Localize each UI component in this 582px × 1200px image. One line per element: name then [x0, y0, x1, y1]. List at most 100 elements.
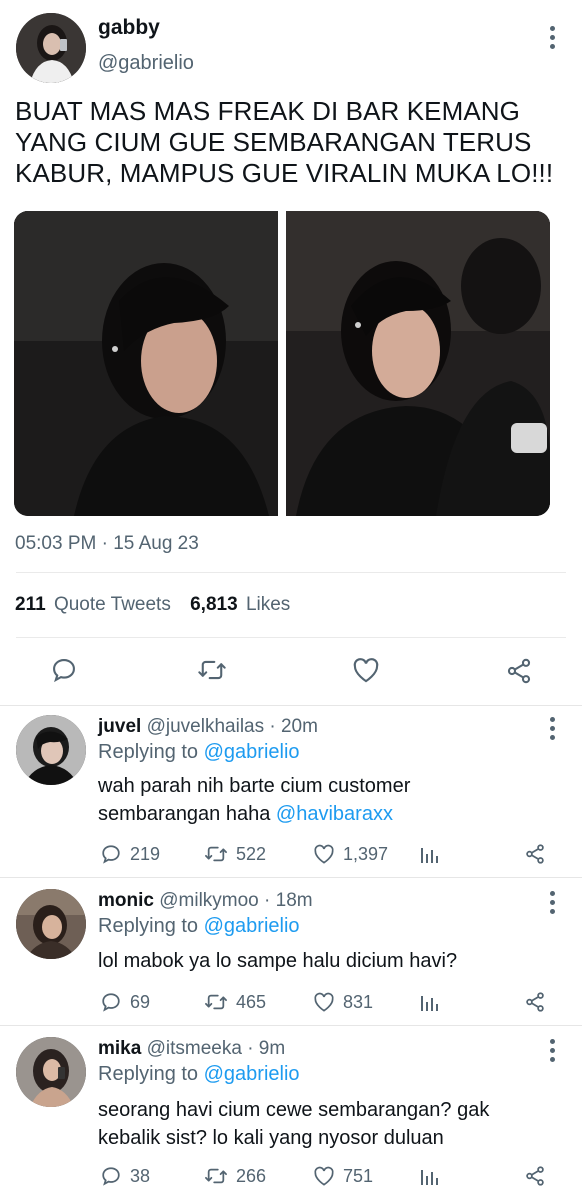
share-icon [526, 844, 544, 864]
reply-author-handle-time[interactable]: @milkymoo · 18m [159, 890, 312, 911]
share-button[interactable] [524, 843, 546, 865]
analytics-icon [421, 1170, 438, 1185]
tweet-text-line-3: KABUR, MAMPUS GUE VIRALIN MUKA LO!!! [15, 158, 554, 188]
like-button[interactable]: 831 [313, 992, 373, 1013]
more-options-icon[interactable] [549, 26, 555, 49]
replying-to: Replying to @gabrielio [98, 1063, 300, 1086]
reply-text-line-1: lol mabok ya lo sampe halu dicium havi? [98, 950, 458, 972]
tweet-photo-1[interactable] [14, 211, 278, 516]
share-icon[interactable] [505, 657, 533, 690]
reply-button[interactable]: 69 [100, 991, 150, 1013]
share-button[interactable] [524, 991, 546, 1013]
replying-to: Replying to @gabrielio [98, 741, 300, 764]
reply-action-bar: 69 465 831 [0, 989, 582, 1015]
reply-author-name[interactable]: monic [98, 890, 154, 911]
reply-count: 219 [130, 843, 161, 864]
reply-text-line-2: kebalik sist? lo kali yang nyosor duluan [98, 1127, 444, 1149]
divider [0, 1025, 582, 1026]
analytics-button[interactable] [420, 992, 440, 1012]
more-options-icon[interactable] [549, 717, 555, 740]
divider [0, 705, 582, 706]
more-options-icon[interactable] [549, 1039, 555, 1062]
reply-text-line-1: seorang havi cium cewe sembarangan? gak [98, 1099, 490, 1121]
reply-icon [102, 845, 120, 864]
like-icon[interactable] [352, 657, 380, 688]
reply-count: 69 [130, 991, 151, 1012]
like-button[interactable]: 751 [313, 1166, 373, 1187]
reply-action-bar: 219 522 1,397 [0, 841, 582, 867]
replying-to-mention[interactable]: @gabrielio [204, 915, 300, 937]
likes-label[interactable]: Likes [246, 594, 290, 615]
reply-text: wah parah nih barte cium customer sembar… [98, 772, 410, 828]
retweet-button[interactable]: 465 [204, 991, 266, 1013]
retweet-count: 266 [236, 1165, 267, 1186]
share-icon [526, 1166, 544, 1186]
retweet-icon [205, 994, 227, 1010]
like-icon [314, 992, 334, 1012]
mention-link[interactable]: @havibaraxx [276, 803, 393, 825]
retweet-icon[interactable] [197, 656, 227, 689]
reply-header: juvel @juvelkhailas · 20m [98, 716, 318, 738]
author-display-name[interactable]: gabby [98, 16, 160, 40]
replying-to-label: Replying to [98, 741, 199, 763]
like-count: 1,397 [343, 843, 389, 864]
tweet-photo-2[interactable] [286, 211, 550, 516]
reply-author-handle-time[interactable]: @itsmeeka · 9m [147, 1038, 286, 1059]
tweet-timestamp[interactable]: 05:03 PM · 15 Aug 23 [15, 533, 199, 555]
retweet-icon [205, 846, 227, 862]
retweet-button[interactable]: 522 [204, 843, 266, 865]
reply-button[interactable]: 219 [100, 843, 160, 865]
reply-avatar[interactable] [16, 1037, 86, 1107]
reply-text-line-2: sembarangan haha @havibaraxx [98, 800, 410, 828]
reply-icon[interactable] [50, 656, 78, 689]
reply-text: seorang havi cium cewe sembarangan? gak … [98, 1096, 489, 1152]
tweet-text-line-2: YANG CIUM GUE SEMBARANGAN TERUS [15, 127, 532, 157]
likes-count[interactable]: 6,813 [190, 594, 238, 615]
more-options-icon[interactable] [549, 891, 555, 914]
like-icon [314, 1166, 334, 1186]
quote-count[interactable]: 211 [15, 594, 46, 615]
analytics-icon [421, 996, 438, 1011]
author-handle[interactable]: @gabrielio [98, 52, 194, 75]
retweet-count: 465 [236, 991, 267, 1012]
reply-text-plain: sembarangan haha [98, 803, 276, 825]
like-count: 751 [343, 1165, 374, 1186]
retweet-icon [205, 1168, 227, 1184]
reply-author-handle-time[interactable]: @juvelkhailas · 20m [147, 716, 318, 737]
author-avatar[interactable] [16, 13, 86, 83]
analytics-button[interactable] [420, 1166, 440, 1186]
replying-to-label: Replying to [98, 1063, 199, 1085]
tweet-text: BUAT MAS MAS FREAK DI BAR KEMANG YANG CI… [15, 96, 553, 189]
analytics-button[interactable] [420, 844, 440, 864]
like-count: 831 [343, 991, 374, 1012]
reply-header: monic @milkymoo · 18m [98, 890, 313, 912]
reply-icon [102, 1167, 120, 1186]
reply-author-name[interactable]: juvel [98, 716, 141, 737]
reply-button[interactable]: 38 [100, 1165, 150, 1187]
divider [16, 572, 566, 573]
like-button[interactable]: 1,397 [313, 844, 388, 865]
analytics-icon [421, 848, 438, 863]
author-avatar-image [16, 13, 86, 83]
replying-to-label: Replying to [98, 915, 199, 937]
retweet-button[interactable]: 266 [204, 1165, 266, 1187]
quote-label[interactable]: Quote Tweets [54, 594, 171, 615]
reply-avatar[interactable] [16, 889, 86, 959]
reply-text: lol mabok ya lo sampe halu dicium havi? [98, 947, 457, 975]
reply-count: 38 [130, 1165, 151, 1186]
divider [16, 637, 566, 638]
replying-to-mention[interactable]: @gabrielio [204, 741, 300, 763]
reply-action-bar: 38 266 751 [0, 1163, 582, 1189]
like-icon [314, 844, 334, 864]
reply-avatar[interactable] [16, 715, 86, 785]
replying-to-mention[interactable]: @gabrielio [204, 1063, 300, 1085]
reply-icon [102, 993, 120, 1012]
reply-author-name[interactable]: mika [98, 1038, 141, 1059]
tweet-text-line-1: BUAT MAS MAS FREAK DI BAR KEMANG [15, 96, 520, 126]
retweet-count: 522 [236, 843, 267, 864]
share-button[interactable] [524, 1165, 546, 1187]
tweet-stats: 211 Quote Tweets 6,813 Likes [15, 594, 290, 616]
reply-header: mika @itsmeeka · 9m [98, 1038, 285, 1060]
replying-to: Replying to @gabrielio [98, 915, 300, 938]
reply-text-line-1: wah parah nih barte cium customer [98, 775, 411, 797]
